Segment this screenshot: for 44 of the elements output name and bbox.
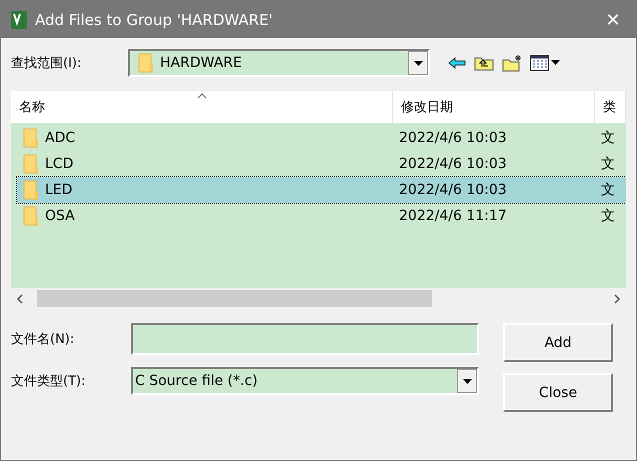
file-row[interactable]: LCD 2022/4/6 10:03 文 (17, 151, 626, 177)
caret-icon (414, 60, 422, 66)
folder-icon (23, 154, 39, 174)
close-button[interactable]: ✕ (590, 1, 636, 38)
file-type: 文 (601, 155, 615, 173)
column-header[interactable]: 名称 (11, 91, 393, 123)
dropdown-button[interactable] (457, 369, 477, 393)
file-type-label: 文件类型(T): (11, 373, 86, 390)
column-header[interactable]: 修改日期 (393, 91, 595, 123)
file-type: 文 (601, 181, 615, 199)
modified-date: 2022/4/6 11:17 (399, 208, 507, 224)
file-name-field[interactable] (131, 323, 479, 355)
file-name: LED (45, 182, 72, 198)
file-row[interactable]: LED 2022/4/6 10:03 文 (17, 177, 626, 203)
file-type: 文 (601, 207, 615, 225)
folder-icon (23, 128, 39, 148)
file-row[interactable]: OSA 2022/4/6 11:17 文 (17, 203, 626, 229)
window-title: Add Files to Group 'HARDWARE' (35, 10, 274, 28)
folder-icon (23, 180, 39, 200)
file-name: LCD (45, 156, 74, 172)
folder-up-icon[interactable] (474, 55, 494, 71)
folder-icon (138, 53, 154, 73)
modified-date: 2022/4/6 10:03 (399, 182, 507, 198)
file-type-dropdown[interactable]: C Source file (*.c) (131, 367, 479, 395)
back-arrow-icon[interactable] (448, 57, 466, 69)
modified-date: 2022/4/6 10:03 (399, 130, 507, 146)
modified-date: 2022/4/6 10:03 (399, 156, 507, 172)
caret-icon (462, 378, 472, 384)
dropdown-button[interactable] (408, 51, 428, 75)
column-header[interactable]: 类 (595, 91, 626, 123)
file-name-label: 文件名(N): (11, 331, 76, 348)
close-dialog-button[interactable]: Close (503, 373, 613, 412)
file-type: 文 (601, 129, 615, 147)
file-name: OSA (45, 208, 75, 224)
new-folder-icon[interactable] (502, 54, 522, 72)
view-menu-icon[interactable] (530, 55, 560, 71)
look-in-dropdown[interactable]: HARDWARE (128, 49, 430, 77)
file-row[interactable]: ADC 2022/4/6 10:03 文 (17, 125, 626, 151)
app-logo-icon (11, 10, 27, 28)
look-in-label: 查找范围(I): (11, 55, 82, 72)
add-button[interactable]: Add (503, 323, 613, 362)
file-name: ADC (45, 130, 76, 146)
folder-icon (23, 206, 39, 226)
scrollbar-thumb[interactable] (37, 290, 432, 307)
